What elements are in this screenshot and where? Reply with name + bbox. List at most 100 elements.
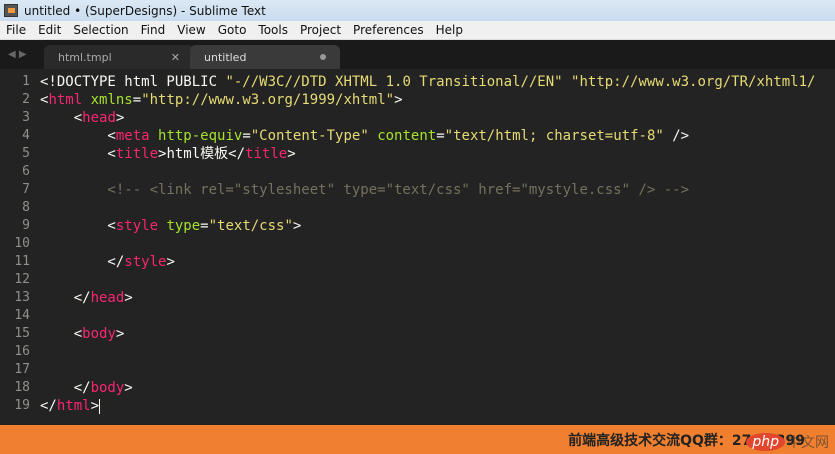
token-txt: </ <box>40 290 91 306</box>
token-tag: style <box>124 254 167 270</box>
line-code: <head> <box>40 109 835 127</box>
code-line: 19 </html> <box>0 397 835 415</box>
code-line: 1 <!DOCTYPE html PUBLIC "-//W3C//DTD XHTM… <box>0 73 835 91</box>
code-line: 4 <meta http-equiv="Content-Type" conten… <box>0 127 835 145</box>
menu-help[interactable]: Help <box>430 23 469 37</box>
token-txt: = <box>436 128 445 144</box>
line-number: 5 <box>22 146 30 161</box>
token-txt: </ <box>40 398 57 414</box>
status-bar: 前端高级技术交流QQ群：27 22399 <box>0 425 835 454</box>
line-number: 14 <box>14 308 30 323</box>
token-txt: > <box>292 218 302 234</box>
sublime-app-icon <box>4 4 18 17</box>
token-txt: > <box>124 380 133 396</box>
close-tab-icon[interactable]: ✕ <box>171 51 180 64</box>
tab-untitled[interactable]: untitled <box>190 45 340 69</box>
menu-edit[interactable]: Edit <box>32 23 67 37</box>
token-tag: html <box>56 398 91 414</box>
line-code: </html> <box>40 397 835 415</box>
menu-find[interactable]: Find <box>135 23 172 37</box>
token-txt: = <box>200 218 209 234</box>
code-line: 5 <title>html模板</title> <box>0 145 835 163</box>
token-txt: > <box>115 326 125 342</box>
code-line: 7 <!-- <link rel="stylesheet" type="text… <box>0 181 835 199</box>
code-line: 18 </body> <box>0 379 835 397</box>
token-tag: html <box>48 92 83 108</box>
line-number: 9 <box>22 218 30 233</box>
code-line: 8 <box>0 199 835 217</box>
token-tag: head <box>90 290 125 306</box>
token-tag: title <box>245 146 288 162</box>
token-txt: </ <box>40 380 91 396</box>
menu-goto[interactable]: Goto <box>212 23 253 37</box>
code-line: 14 <box>0 307 835 325</box>
line-number: 6 <box>22 164 30 179</box>
token-txt: > <box>166 254 175 270</box>
line-number: 11 <box>14 254 30 269</box>
menu-view[interactable]: View <box>171 23 211 37</box>
token-txt: = <box>132 92 142 108</box>
token-txt: > <box>124 290 133 306</box>
unsaved-dot-icon[interactable] <box>320 54 326 60</box>
token-attr: content <box>377 128 437 144</box>
line-number: 3 <box>22 110 30 125</box>
menu-tools[interactable]: Tools <box>252 23 294 37</box>
code-line: 3 <head> <box>0 109 835 127</box>
tab-label: untitled <box>204 50 247 64</box>
tab-nav-arrows-icon[interactable]: ◀ ▶ <box>0 49 44 60</box>
token-tag: title <box>115 146 159 162</box>
code-line: 2 <html xmlns="http://www.w3.org/1999/xht… <box>0 91 835 109</box>
menu-preferences[interactable]: Preferences <box>347 23 430 37</box>
tab-label: html.tmpl <box>58 50 112 64</box>
token-txt: > <box>394 92 403 108</box>
menu-project[interactable]: Project <box>294 23 347 37</box>
code-line: 17 <box>0 361 835 379</box>
token-str: "text/html; charset=utf-8" <box>444 128 664 144</box>
menu-selection[interactable]: Selection <box>67 23 134 37</box>
code-line: 15 <body> <box>0 325 835 343</box>
tab-html-tmpl[interactable]: html.tmpl ✕ <box>44 45 194 69</box>
code-editor[interactable]: 1 <!DOCTYPE html PUBLIC "-//W3C//DTD XHTM… <box>0 73 835 425</box>
php-watermark-logo: php 中文网 <box>746 432 829 452</box>
line-code: <meta http-equiv="Content-Type" content=… <box>40 127 835 145</box>
menu-bar: File Edit Selection Find View Goto Tools Projec… <box>0 21 835 40</box>
token-attr: xmlns <box>90 92 133 108</box>
line-code: <!-- <link rel="stylesheet" type="text/c… <box>40 181 835 199</box>
token-tag: meta <box>115 128 150 144</box>
line-code: <style type="text/css"> <box>40 217 835 235</box>
token-str: "text/css" <box>208 218 293 234</box>
token-tag: head <box>82 110 116 126</box>
line-code: </body> <box>40 379 835 397</box>
token-cmt: <!-- <link rel="stylesheet" type="text/c… <box>40 182 690 198</box>
code-line: 13 </head> <box>0 289 835 307</box>
line-code: <title>html模板</title> <box>40 145 835 163</box>
line-number: 2 <box>22 92 30 107</box>
token-attr: type <box>166 218 201 234</box>
token-txt: > <box>287 146 296 162</box>
token-str: "Content-Type" <box>250 128 369 144</box>
code-line: 9 <style type="text/css"> <box>0 217 835 235</box>
line-code: <!DOCTYPE html PUBLIC "-//W3C//DTD XHTML… <box>40 73 835 91</box>
line-number: 1 <box>22 74 30 89</box>
line-code: <html xmlns="http://www.w3.org/1999/xhtm… <box>40 91 835 109</box>
line-number: 12 <box>14 272 30 287</box>
window-title: untitled • (SuperDesigns) - Sublime Text <box>24 3 266 18</box>
title-bar: untitled • (SuperDesigns) - Sublime Text <box>0 0 835 21</box>
token-str: "http://www.w3.org/TR/xhtml1/ <box>571 74 816 90</box>
code-line: 12 <box>0 271 835 289</box>
token-txt: <!DOCTYPE html PUBLIC <box>40 74 226 90</box>
code-line: 11 </style> <box>0 253 835 271</box>
menu-file[interactable]: File <box>0 23 32 37</box>
line-number: 7 <box>22 182 30 197</box>
token-txt: >html模板</ <box>158 146 246 162</box>
line-number: 17 <box>14 362 30 377</box>
